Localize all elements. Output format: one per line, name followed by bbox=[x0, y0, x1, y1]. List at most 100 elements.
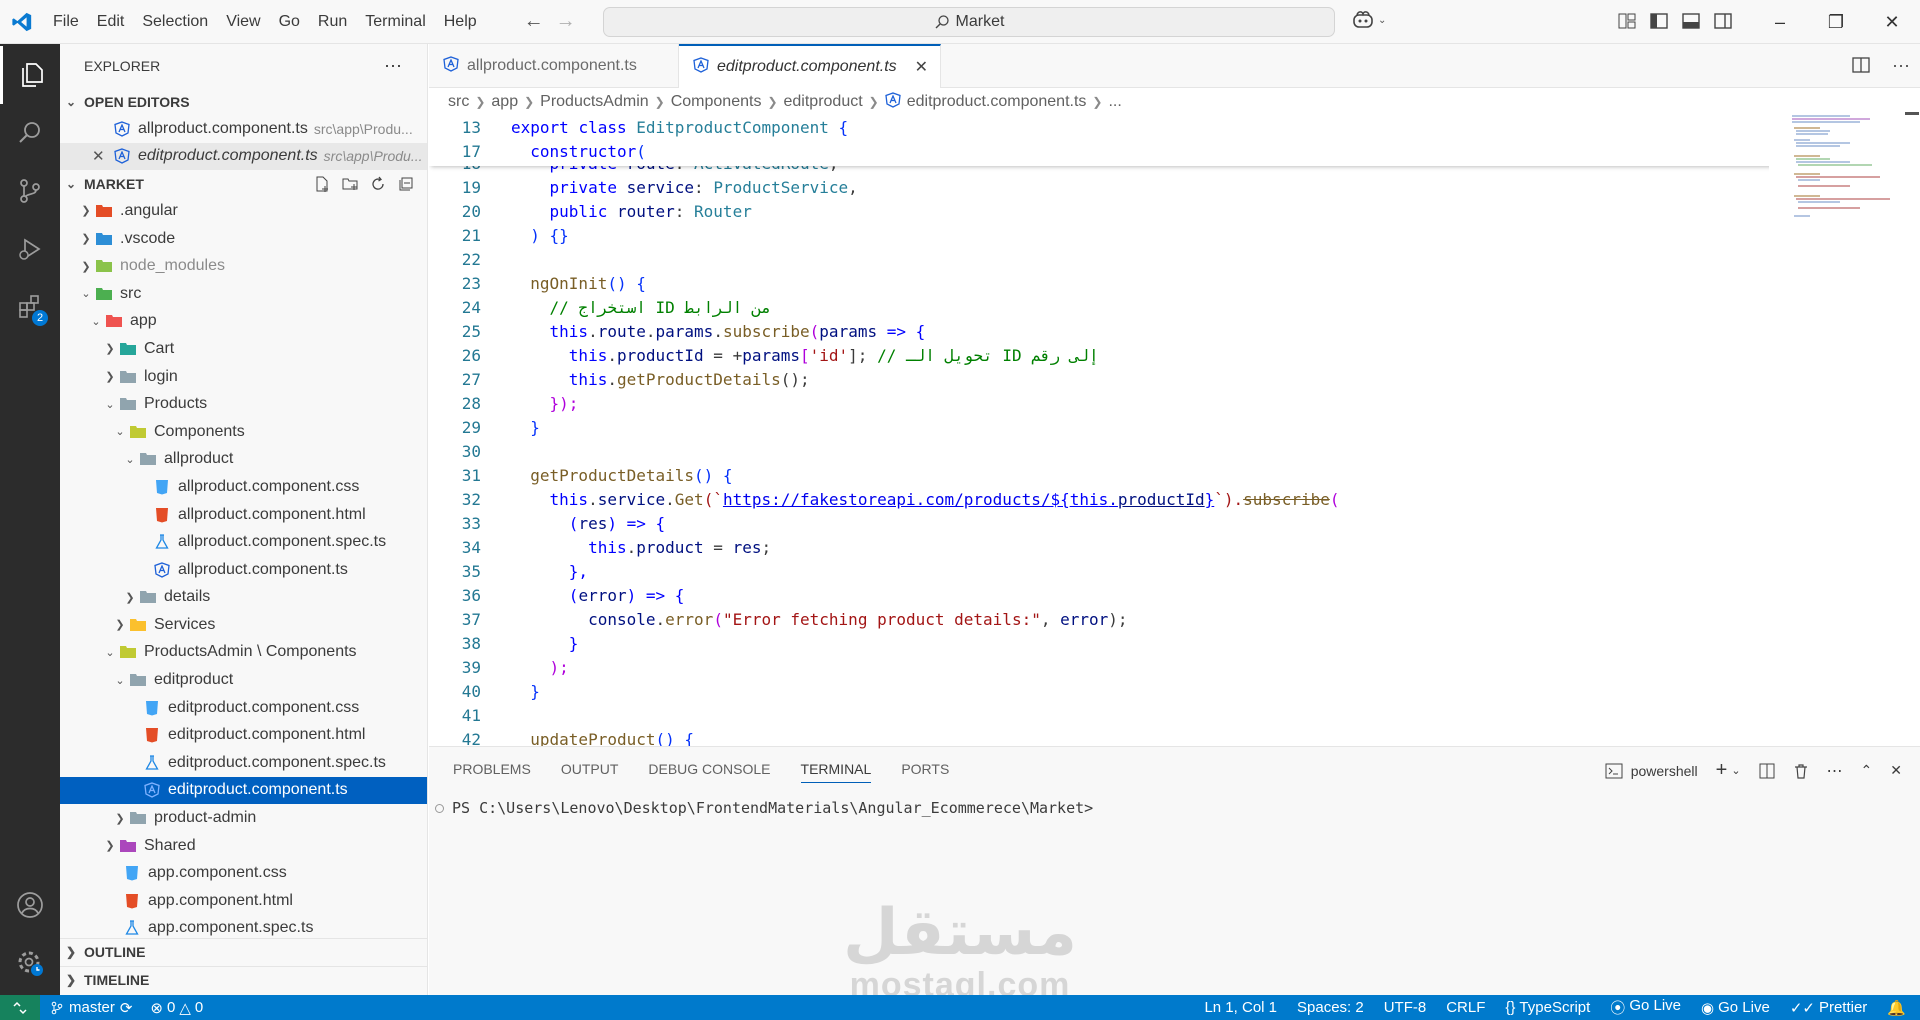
tree-folder-node-modules[interactable]: ❯ node_modules bbox=[60, 252, 427, 280]
go-live-button-2[interactable]: ◉ Go Live bbox=[1701, 999, 1770, 1017]
tree-folder-details[interactable]: ❯ details bbox=[60, 584, 427, 612]
copilot-icon[interactable]: ⌄ bbox=[1352, 10, 1386, 30]
tree-file-editproduct-html[interactable]: editproduct.component.html bbox=[60, 721, 427, 749]
breadcrumb-item[interactable]: editproduct.component.ts bbox=[907, 93, 1087, 111]
maximize-panel-icon[interactable]: ⌃ bbox=[1861, 762, 1873, 779]
close-icon[interactable]: ✕ bbox=[92, 147, 112, 165]
tree-folder-allproduct[interactable]: ⌄ allproduct bbox=[60, 446, 427, 474]
minimap[interactable] bbox=[1790, 112, 1900, 232]
notifications-bell-icon[interactable]: 🔔 bbox=[1887, 999, 1906, 1017]
timeline-header[interactable]: ❯ TIMELINE bbox=[60, 966, 427, 993]
forward-arrow-icon[interactable]: → bbox=[556, 10, 576, 33]
tree-file-app-html[interactable]: app.component.html bbox=[60, 887, 427, 915]
tree-file-allproduct-ts[interactable]: allproduct.component.ts bbox=[60, 556, 427, 584]
menu-selection[interactable]: Selection bbox=[133, 0, 217, 44]
tab-debug-console[interactable]: DEBUG CONSOLE bbox=[648, 761, 770, 783]
tab-terminal[interactable]: TERMINAL bbox=[800, 761, 872, 783]
more-actions-icon[interactable]: ⋯ bbox=[1827, 761, 1843, 781]
customize-layout-icon[interactable] bbox=[1618, 12, 1636, 30]
tree-folder-editproduct[interactable]: ⌄ editproduct bbox=[60, 666, 427, 694]
tree-folder-vscode[interactable]: ❯ .vscode bbox=[60, 225, 427, 253]
menu-file[interactable]: File bbox=[44, 0, 88, 44]
tab-output[interactable]: OUTPUT bbox=[561, 761, 619, 783]
new-file-icon[interactable] bbox=[313, 175, 331, 193]
cursor-position[interactable]: Ln 1, Col 1 bbox=[1204, 999, 1277, 1016]
search-view-icon[interactable] bbox=[0, 104, 60, 162]
trash-icon[interactable] bbox=[1793, 763, 1809, 779]
tree-file-allproduct-html[interactable]: allproduct.component.html bbox=[60, 501, 427, 529]
breadcrumb-item[interactable]: editproduct bbox=[784, 93, 863, 111]
tree-file-editproduct-css[interactable]: editproduct.component.css bbox=[60, 694, 427, 722]
toggle-primary-sidebar-icon[interactable] bbox=[1650, 12, 1668, 30]
restore-icon[interactable]: ❐ bbox=[1808, 0, 1864, 44]
eol-status[interactable]: CRLF bbox=[1446, 999, 1485, 1016]
more-actions-icon[interactable]: ⋯ bbox=[1892, 56, 1910, 77]
menu-go[interactable]: Go bbox=[270, 0, 309, 44]
menu-view[interactable]: View bbox=[217, 0, 269, 44]
workspace-header[interactable]: ⌄ MARKET bbox=[60, 170, 427, 197]
branch-status[interactable]: master ⟳ bbox=[50, 999, 132, 1017]
tree-folder-components[interactable]: ⌄ Components bbox=[60, 418, 427, 446]
tree-file-app-css[interactable]: app.component.css bbox=[60, 859, 427, 887]
tab-allproduct[interactable]: allproduct.component.ts bbox=[429, 44, 679, 88]
breadcrumb-item[interactable]: app bbox=[491, 93, 518, 111]
close-tab-icon[interactable]: ✕ bbox=[915, 57, 928, 77]
terminal-output[interactable]: PS C:\Users\Lenovo\Desktop\FrontendMater… bbox=[435, 799, 1093, 817]
prettier-status[interactable]: ✓✓ Prettier bbox=[1790, 999, 1868, 1017]
breadcrumb-item[interactable]: src bbox=[448, 93, 469, 111]
breadcrumb-item[interactable]: ... bbox=[1108, 93, 1121, 111]
source-control-icon[interactable] bbox=[0, 162, 60, 220]
breadcrumb-item[interactable]: Components bbox=[671, 93, 762, 111]
tree-folder-src[interactable]: ⌄ src bbox=[60, 280, 427, 308]
account-icon[interactable] bbox=[0, 876, 60, 934]
back-arrow-icon[interactable]: ← bbox=[524, 10, 544, 33]
tree-folder-cart[interactable]: ❯ Cart bbox=[60, 335, 427, 363]
manage-gear-icon[interactable] bbox=[0, 934, 60, 992]
code-editor[interactable]: 13 export class EditproductComponent { 17… bbox=[429, 116, 1769, 746]
remote-indicator-icon[interactable] bbox=[0, 995, 40, 1020]
encoding-status[interactable]: UTF-8 bbox=[1384, 999, 1427, 1016]
tab-editproduct[interactable]: editproduct.component.ts ✕ bbox=[679, 44, 942, 88]
indentation-status[interactable]: Spaces: 2 bbox=[1297, 999, 1364, 1016]
tree-folder-angular[interactable]: ❯ .angular bbox=[60, 197, 427, 225]
tree-folder-productsadmin[interactable]: ⌄ ProductsAdmin \ Components bbox=[60, 639, 427, 667]
tree-folder-services[interactable]: ❯ Services bbox=[60, 611, 427, 639]
new-terminal-icon[interactable]: + bbox=[1716, 759, 1728, 782]
problems-status[interactable]: ⊗ 0 △ 0 bbox=[150, 999, 203, 1017]
tree-folder-login[interactable]: ❯ login bbox=[60, 363, 427, 391]
minimize-icon[interactable]: – bbox=[1752, 0, 1808, 44]
go-live-button[interactable]: ⦿ Go Live bbox=[1610, 997, 1681, 1018]
explorer-icon[interactable] bbox=[0, 46, 60, 104]
outline-header[interactable]: ❯ OUTLINE bbox=[60, 938, 427, 965]
menu-terminal[interactable]: Terminal bbox=[356, 0, 434, 44]
open-editors-header[interactable]: ⌄ OPEN EDITORS bbox=[60, 88, 427, 115]
tree-folder-app[interactable]: ⌄ app bbox=[60, 308, 427, 336]
chevron-down-icon[interactable]: ⌄ bbox=[1731, 764, 1740, 777]
toggle-secondary-sidebar-icon[interactable] bbox=[1714, 12, 1732, 30]
open-editor-item-active[interactable]: ✕ editproduct.component.ts src\app\Produ… bbox=[60, 142, 427, 171]
close-window-icon[interactable]: ✕ bbox=[1864, 0, 1920, 44]
tree-file-editproduct-ts[interactable]: editproduct.component.ts bbox=[60, 776, 427, 805]
tree-file-allproduct-spec[interactable]: allproduct.component.spec.ts bbox=[60, 528, 427, 556]
tree-folder-product-admin[interactable]: ❯ product-admin bbox=[60, 804, 427, 832]
collapse-all-icon[interactable] bbox=[397, 175, 415, 193]
extensions-icon[interactable]: 2 bbox=[0, 278, 60, 336]
split-terminal-icon[interactable] bbox=[1759, 763, 1775, 779]
menu-run[interactable]: Run bbox=[309, 0, 356, 44]
menu-help[interactable]: Help bbox=[435, 0, 486, 44]
open-editor-item[interactable]: allproduct.component.ts src\app\Produ... bbox=[60, 115, 427, 143]
close-panel-icon[interactable]: ✕ bbox=[1890, 762, 1902, 779]
split-editor-icon[interactable] bbox=[1852, 56, 1870, 74]
language-status[interactable]: {} TypeScript bbox=[1505, 999, 1590, 1016]
tree-folder-products[interactable]: ⌄ Products bbox=[60, 390, 427, 418]
breadcrumb-item[interactable]: ProductsAdmin bbox=[540, 93, 649, 111]
more-actions-icon[interactable]: ⋯ bbox=[384, 56, 403, 77]
refresh-icon[interactable] bbox=[369, 175, 387, 193]
tree-file-editproduct-spec[interactable]: editproduct.component.spec.ts bbox=[60, 749, 427, 777]
tree-folder-shared[interactable]: ❯ Shared bbox=[60, 832, 427, 860]
toggle-panel-icon[interactable] bbox=[1682, 12, 1700, 30]
menu-edit[interactable]: Edit bbox=[88, 0, 134, 44]
terminal-shell-name[interactable]: powershell bbox=[1631, 763, 1698, 779]
tab-ports[interactable]: PORTS bbox=[901, 761, 949, 783]
editor-scrollbar[interactable] bbox=[1905, 112, 1919, 115]
